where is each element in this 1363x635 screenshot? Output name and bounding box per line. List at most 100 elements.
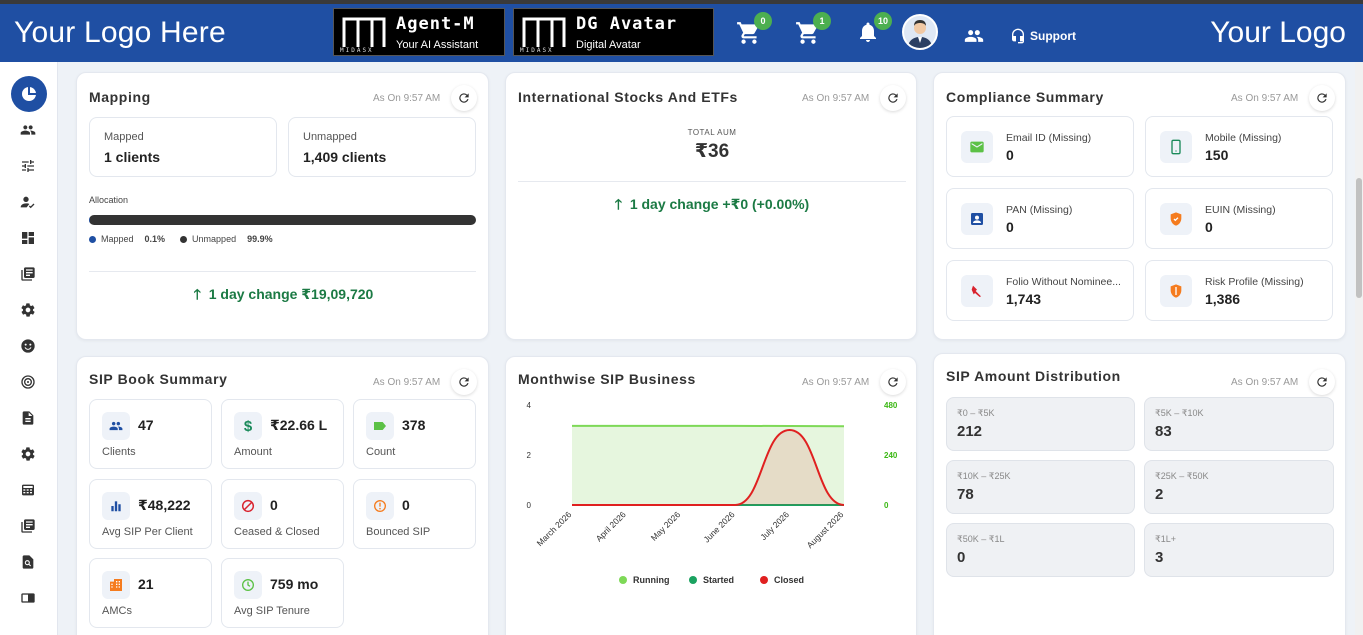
email-icon-box bbox=[961, 131, 993, 163]
sip-tile-amcs[interactable]: 21 AMCs bbox=[89, 558, 212, 628]
scrollbar-thumb[interactable] bbox=[1356, 178, 1362, 298]
group-icon bbox=[964, 30, 984, 42]
wallet-icon[interactable] bbox=[20, 590, 36, 606]
compliance-value: 1,743 bbox=[1006, 291, 1042, 307]
distribution-tile[interactable]: ₹10K – ₹25K 78 bbox=[946, 460, 1135, 514]
compliance-tile-email[interactable]: Email ID (Missing) 0 bbox=[946, 116, 1134, 177]
dashboard-grid-icon[interactable] bbox=[20, 230, 36, 246]
settings-icon[interactable] bbox=[20, 302, 36, 318]
refresh-button[interactable] bbox=[880, 369, 906, 395]
search-document-icon[interactable] bbox=[20, 554, 36, 570]
sip-book-title: SIP Book Summary bbox=[89, 371, 228, 387]
settings-icon[interactable] bbox=[20, 446, 36, 462]
refresh-button[interactable] bbox=[880, 85, 906, 111]
sip-tile-amount[interactable]: $ ₹22.66 L Amount bbox=[221, 399, 344, 469]
distribution-tile[interactable]: ₹1L+ 3 bbox=[1144, 523, 1334, 577]
distribution-tile[interactable]: ₹0 – ₹5K 212 bbox=[946, 397, 1135, 451]
distribution-value: 3 bbox=[1155, 549, 1164, 566]
compliance-tile-pan[interactable]: PAN (Missing) 0 bbox=[946, 188, 1134, 249]
distribution-tile[interactable]: ₹50K – ₹1L 0 bbox=[946, 523, 1135, 577]
compliance-label: PAN (Missing) bbox=[1006, 204, 1073, 216]
compliance-label: Mobile (Missing) bbox=[1205, 132, 1282, 144]
distribution-tile[interactable]: ₹5K – ₹10K 83 bbox=[1144, 397, 1334, 451]
refresh-button[interactable] bbox=[1309, 85, 1335, 111]
compliance-value: 0 bbox=[1205, 219, 1213, 235]
sip-tile-bounced[interactable]: 0 Bounced SIP bbox=[353, 479, 476, 549]
smiley-icon[interactable] bbox=[20, 338, 36, 354]
allocation-bar-mapped-fill bbox=[89, 215, 91, 225]
dg-avatar-button[interactable]: MIDASX DG Avatar Digital Avatar bbox=[513, 8, 714, 56]
notifications-button[interactable]: 10 bbox=[856, 12, 892, 50]
support-link[interactable]: Support bbox=[1010, 28, 1076, 44]
legend-dot-mapped bbox=[89, 235, 96, 243]
library-icon[interactable] bbox=[20, 518, 36, 534]
mobile-icon bbox=[1171, 139, 1181, 155]
x-tick-label: August 2026 bbox=[805, 509, 846, 550]
distribution-tile[interactable]: ₹25K – ₹50K 2 bbox=[1144, 460, 1334, 514]
team-button[interactable] bbox=[964, 26, 994, 56]
compliance-tile-mobile[interactable]: Mobile (Missing) 150 bbox=[1145, 116, 1333, 177]
compliance-tile-risk[interactable]: Risk Profile (Missing) 1,386 bbox=[1145, 260, 1333, 321]
cart-button[interactable]: 0 bbox=[736, 12, 772, 50]
mapping-change-text: 1 day change ₹19,09,720 bbox=[208, 286, 374, 302]
x-tick-label: April 2026 bbox=[594, 509, 628, 543]
y-right-tick-label: 0 bbox=[884, 501, 889, 510]
shield-icon-box bbox=[1160, 203, 1192, 235]
brand-mark-text: MIDASX bbox=[340, 47, 374, 54]
legend-label: Closed bbox=[774, 575, 804, 585]
x-tick-label: June 2026 bbox=[701, 509, 736, 544]
unmapped-box: Unmapped 1,409 clients bbox=[288, 117, 476, 177]
sip-tile-clients[interactable]: 47 Clients bbox=[89, 399, 212, 469]
sip-tile-count[interactable]: 378 Count bbox=[353, 399, 476, 469]
tile-label: Bounced SIP bbox=[366, 526, 431, 538]
reports-icon[interactable] bbox=[20, 266, 36, 282]
up-arrow-icon: 🡑 bbox=[193, 286, 209, 302]
legend-label: Running bbox=[633, 575, 670, 585]
compliance-title: Compliance Summary bbox=[946, 89, 1104, 105]
distribution-label: ₹50K – ₹1L bbox=[957, 534, 1005, 544]
sidebar-item-dashboard[interactable] bbox=[11, 76, 47, 112]
filters-icon[interactable] bbox=[20, 158, 36, 174]
sip-book-card: SIP Book Summary As On 9:57 AM 47 Client… bbox=[76, 356, 489, 635]
refresh-button[interactable] bbox=[451, 85, 477, 111]
distribution-value: 78 bbox=[957, 486, 974, 503]
sidebar bbox=[0, 62, 58, 635]
tile-label: Count bbox=[366, 446, 396, 458]
x-tick-label: March 2026 bbox=[535, 509, 574, 548]
sip-tile-avg-per-client[interactable]: ₹48,222 Avg SIP Per Client bbox=[89, 479, 212, 549]
x-tick-label: May 2026 bbox=[649, 509, 683, 543]
id-card-icon bbox=[971, 213, 983, 225]
midasx-logo-icon bbox=[342, 17, 386, 47]
distribution-title: SIP Amount Distribution bbox=[946, 368, 1121, 384]
compliance-tile-nominee[interactable]: Folio Without Nominee... 1,743 bbox=[946, 260, 1134, 321]
users-icon-box bbox=[102, 412, 130, 440]
user-check-icon[interactable] bbox=[20, 194, 36, 210]
user-avatar-icon bbox=[908, 20, 932, 48]
compliance-label: Email ID (Missing) bbox=[1006, 132, 1092, 144]
page-scrollbar[interactable] bbox=[1355, 62, 1363, 635]
aum-label: TOTAL AUM bbox=[687, 128, 737, 137]
target-icon[interactable] bbox=[20, 374, 36, 390]
tag-icon bbox=[374, 422, 386, 430]
compliance-value: 0 bbox=[1006, 147, 1014, 163]
logo-left[interactable]: Your Logo Here bbox=[14, 16, 226, 50]
calculator-icon[interactable] bbox=[20, 482, 36, 498]
agent-m-button[interactable]: MIDASX Agent-M Your AI Assistant bbox=[333, 8, 505, 56]
user-avatar[interactable] bbox=[902, 14, 938, 50]
compliance-value: 150 bbox=[1205, 147, 1229, 163]
clients-icon[interactable] bbox=[20, 122, 36, 138]
allocation-label: Allocation bbox=[89, 195, 129, 205]
document-icon[interactable] bbox=[20, 410, 36, 426]
cart-button-2[interactable]: 1 bbox=[795, 12, 831, 50]
y-left-tick-label: 2 bbox=[527, 451, 532, 460]
legend-marker bbox=[619, 576, 627, 584]
distribution-value: 83 bbox=[1155, 423, 1172, 440]
compliance-tile-euin[interactable]: EUIN (Missing) 0 bbox=[1145, 188, 1333, 249]
refresh-button[interactable] bbox=[1309, 369, 1335, 395]
clock-icon-box bbox=[234, 571, 262, 599]
mapping-title: Mapping bbox=[89, 89, 151, 105]
sip-tile-tenure[interactable]: 759 mo Avg SIP Tenure bbox=[221, 558, 344, 628]
refresh-button[interactable] bbox=[451, 369, 477, 395]
sip-tile-ceased[interactable]: 0 Ceased & Closed bbox=[221, 479, 344, 549]
refresh-icon bbox=[1317, 93, 1327, 103]
